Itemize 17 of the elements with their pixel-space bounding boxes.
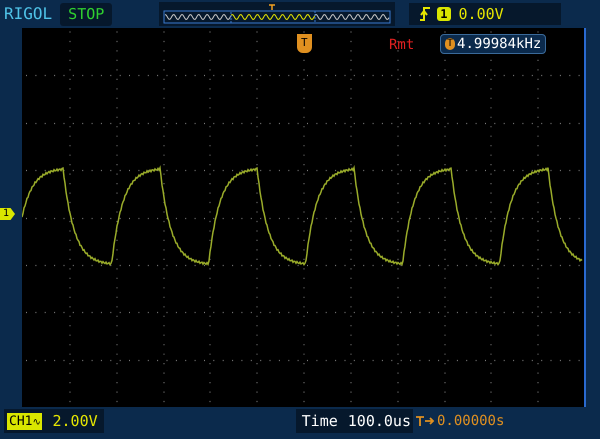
memory-waveform-icon [159,2,396,26]
trigger-level: 0.00V [458,6,504,22]
timebase-scale: 100.0us [348,414,411,428]
channel-scale: 2.00V [52,414,98,428]
frequency-value: 4.99984kHz [457,37,542,51]
timebase-label: Time [302,414,338,428]
channel-marker: 1 [0,208,16,220]
rising-edge-icon [419,7,432,21]
channel-badge: CH1∿ [7,412,42,430]
brand-label: RIGOL [4,6,52,22]
run-status: STOP [60,2,112,26]
remote-mode-label: Rmt [389,38,414,52]
trigger-offset: 0.00000s [436,414,504,428]
trigger-channel-badge: 1 [437,7,451,21]
trigger-position-marker: T [297,34,312,53]
trigger-offset-icon [414,415,435,427]
trigger-badge: T [445,38,456,50]
